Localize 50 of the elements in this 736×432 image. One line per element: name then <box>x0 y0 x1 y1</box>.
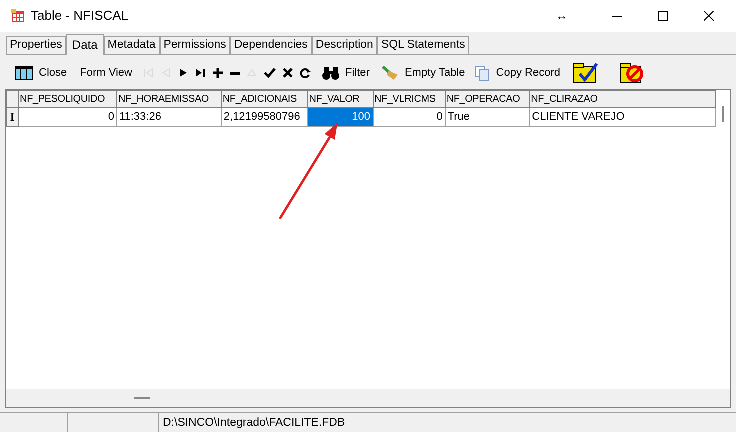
tab[interactable]: Dependencies <box>230 36 312 54</box>
grid-icon <box>15 66 33 80</box>
column-header[interactable]: NF_VLRICMS <box>373 90 446 108</box>
tab[interactable]: Permissions <box>160 36 230 54</box>
table-cell[interactable]: 100 <box>308 108 374 126</box>
table-icon <box>11 9 25 23</box>
column-header[interactable]: NF_VALOR <box>308 90 374 108</box>
folder-prohibited-icon <box>620 62 646 84</box>
tab[interactable]: Metadata <box>104 36 160 54</box>
table-cell[interactable]: 11:33:26 <box>116 108 222 126</box>
minus-icon <box>230 72 240 74</box>
toolbar-button[interactable]: Close <box>14 62 68 84</box>
toolbar-button[interactable]: Copy Record <box>473 62 562 84</box>
horizontal-scrollbar[interactable] <box>6 389 730 407</box>
table-cell[interactable]: 2,12199580796 <box>221 108 308 126</box>
toolbar-button[interactable]: Filter <box>320 62 371 84</box>
toolbar-button[interactable]: Empty Table <box>380 62 466 84</box>
cross-icon <box>282 68 292 78</box>
resize-glyph: ↔ <box>556 8 568 25</box>
checkmark-icon <box>264 68 276 78</box>
row-indicator: I <box>6 108 19 126</box>
status-path: D:\SINCO\Integrado\FACILITE.FDB <box>163 416 346 431</box>
column-header[interactable]: NF_OPERACAO <box>445 90 530 108</box>
table-cell[interactable]: True <box>445 108 530 126</box>
column-header[interactable]: NF_PESOLIQUIDO <box>18 90 117 108</box>
column-header[interactable]: NF_ADICIONAIS <box>221 90 308 108</box>
plus-icon <box>212 68 222 78</box>
column-header[interactable]: NF_CLIRAZAO <box>530 90 716 108</box>
binoculars-icon <box>322 66 340 80</box>
column-header[interactable]: NF_HORAEMISSAO <box>116 90 222 108</box>
broom-icon <box>380 65 399 81</box>
table-cell[interactable]: 0 <box>373 108 446 126</box>
table-cell[interactable]: 0 <box>18 108 117 126</box>
toolbar-button[interactable] <box>572 62 600 84</box>
close-icon <box>704 11 714 21</box>
copy-icon <box>474 65 490 81</box>
scroll-thumb[interactable] <box>722 106 724 122</box>
tab[interactable]: Data <box>66 34 104 55</box>
folder-check-icon <box>573 62 600 84</box>
tab[interactable]: SQL Statements <box>377 36 470 54</box>
window-title: Table - NFISCAL <box>31 7 129 26</box>
refresh-icon <box>300 68 310 78</box>
play-icon <box>178 68 188 78</box>
tab[interactable]: Properties <box>6 36 66 54</box>
tab[interactable]: Description <box>312 36 378 54</box>
scroll-thumb[interactable] <box>134 397 150 399</box>
maximize-icon <box>658 11 668 21</box>
last-record-icon <box>194 68 206 78</box>
toolbar-button[interactable]: Form View <box>79 62 134 84</box>
table-cell[interactable]: CLIENTE VAREJO <box>530 108 716 126</box>
